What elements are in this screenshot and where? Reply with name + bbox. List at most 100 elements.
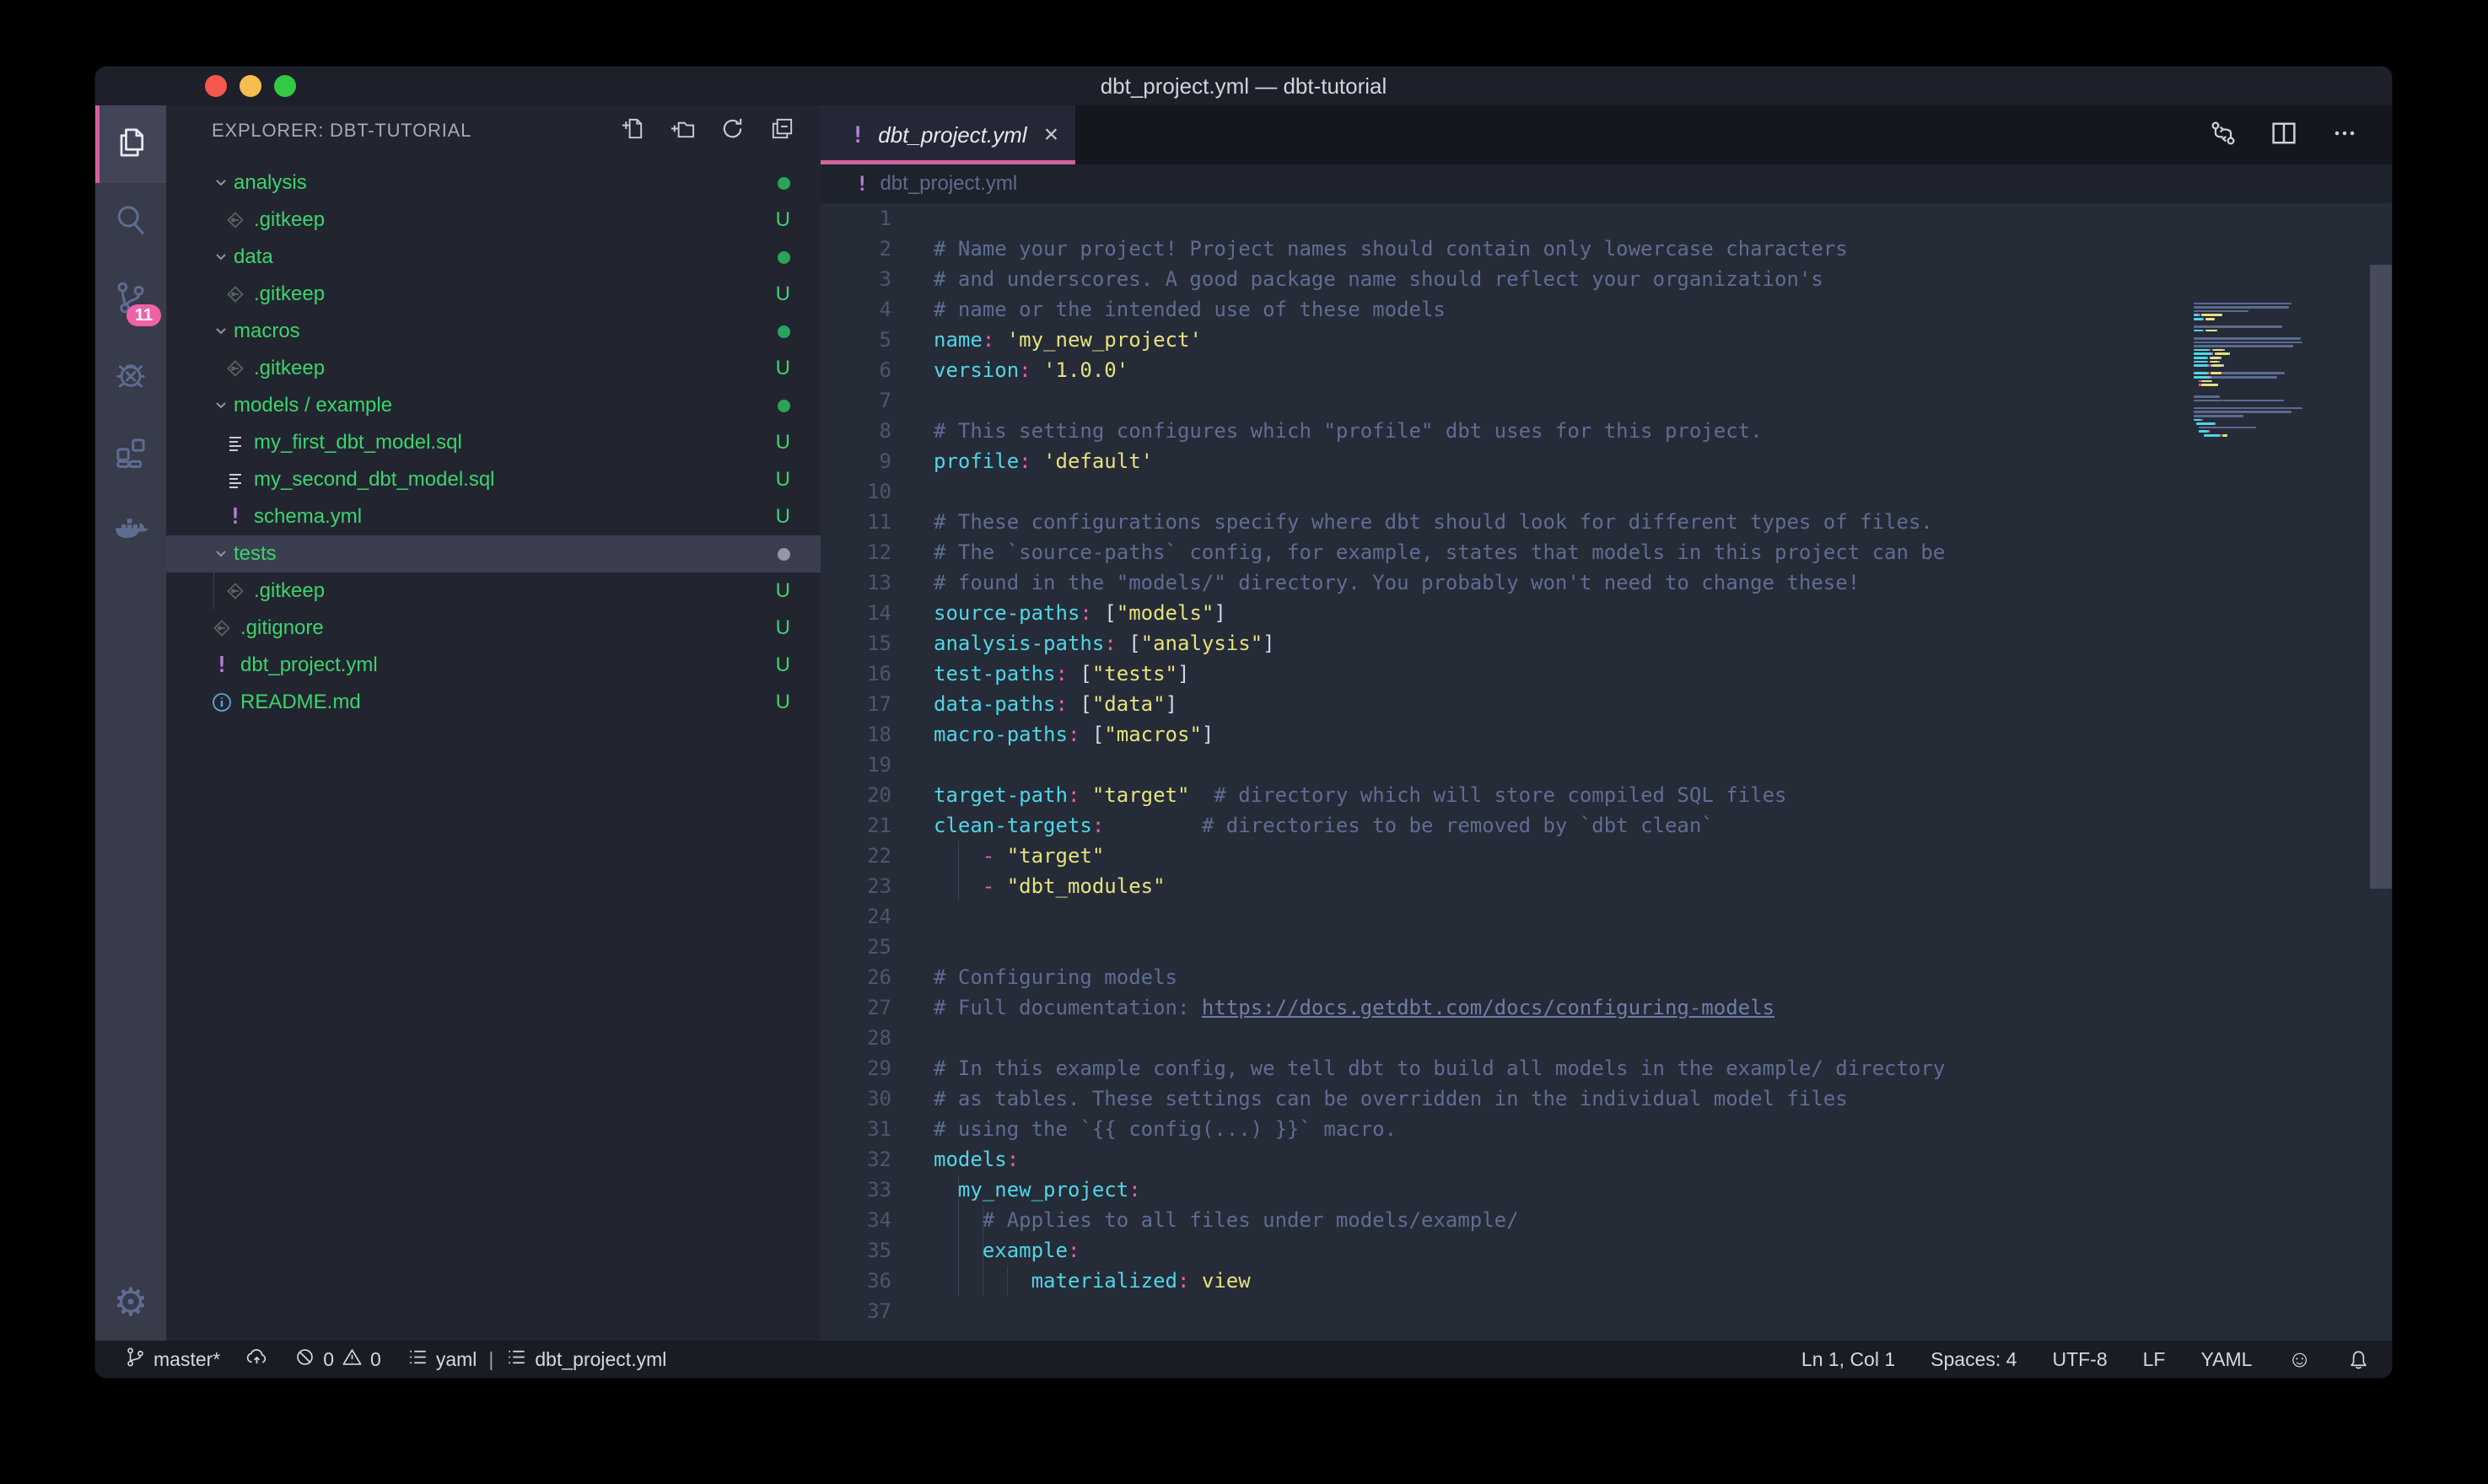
activity-source-control[interactable]: 11: [95, 261, 166, 338]
code-line-32[interactable]: 32models:: [821, 1144, 2392, 1175]
error-count: 0: [323, 1348, 334, 1371]
mode-label: yaml: [436, 1348, 477, 1371]
cursor-position[interactable]: Ln 1, Col 1: [1801, 1348, 1895, 1371]
code-line-27[interactable]: 27# Full documentation: https://docs.get…: [821, 992, 2392, 1023]
close-tab-icon[interactable]: ×: [1044, 121, 1059, 149]
code-line-30[interactable]: 30# as tables. These settings can be ove…: [821, 1083, 2392, 1114]
code-line-4[interactable]: 4# name or the intended use of these mod…: [821, 294, 2392, 325]
code-line-29[interactable]: 29# In this example config, we tell dbt …: [821, 1053, 2392, 1083]
code-line-10[interactable]: 10: [821, 476, 2392, 507]
code-line-26[interactable]: 26# Configuring models: [821, 962, 2392, 992]
code-line-11[interactable]: 11# These configurations specify where d…: [821, 507, 2392, 537]
code-line-5[interactable]: 5name: 'my_new_project': [821, 325, 2392, 355]
code-editor[interactable]: 12# Name your project! Project names sho…: [821, 203, 2392, 1341]
code-line-16[interactable]: 16test-paths: ["tests"]: [821, 659, 2392, 689]
code-line-35[interactable]: 35 example:: [821, 1235, 2392, 1266]
feedback-smiley-icon[interactable]: ☺: [2287, 1347, 2312, 1371]
code-line-33[interactable]: 33 my_new_project:: [821, 1175, 2392, 1205]
notifications-bell-icon[interactable]: [2347, 1348, 2370, 1371]
code-line-28[interactable]: 28: [821, 1023, 2392, 1053]
sync-changes-item[interactable]: [245, 1346, 268, 1374]
code-line-12[interactable]: 12# The `source-paths` config, for examp…: [821, 537, 2392, 567]
code-line-13[interactable]: 13# found in the "models/" directory. Yo…: [821, 567, 2392, 598]
git-branch-item[interactable]: master*: [124, 1346, 220, 1374]
code-line-19[interactable]: 19: [821, 750, 2392, 780]
code-line-37[interactable]: 37: [821, 1296, 2392, 1326]
close-window-button[interactable]: [205, 75, 227, 97]
code-line-1[interactable]: 1: [821, 203, 2392, 234]
new-file-icon[interactable]: [620, 116, 646, 147]
activity-debug[interactable]: [95, 338, 166, 416]
activity-docker[interactable]: [95, 493, 166, 571]
code-line-34[interactable]: 34 # Applies to all files under models/e…: [821, 1205, 2392, 1235]
tree-item-macros[interactable]: macros: [166, 313, 821, 350]
code-line-2[interactable]: 2# Name your project! Project names shou…: [821, 234, 2392, 264]
tree-item-models-example[interactable]: models / example: [166, 387, 821, 424]
minimap[interactable]: [2190, 298, 2369, 450]
collapse-folders-icon[interactable]: [769, 116, 795, 147]
activity-search[interactable]: [95, 183, 166, 261]
code-line-15[interactable]: 15analysis-paths: ["analysis"]: [821, 628, 2392, 659]
tree-item--gitkeep[interactable]: .gitkeepU: [166, 202, 821, 239]
activity-explorer[interactable]: [95, 105, 166, 183]
tree-item--gitkeep[interactable]: .gitkeepU: [166, 573, 821, 610]
code-line-20[interactable]: 20target-path: "target" # directory whic…: [821, 780, 2392, 810]
activity-settings[interactable]: ⚙: [95, 1263, 166, 1341]
code-line-17[interactable]: 17data-paths: ["data"]: [821, 689, 2392, 719]
code-line-14[interactable]: 14source-paths: ["models"]: [821, 598, 2392, 628]
tree-item-label: dbt_project.yml: [240, 653, 378, 677]
code-line-22[interactable]: 22 - "target": [821, 841, 2392, 871]
zoom-window-button[interactable]: [274, 75, 296, 97]
split-editor-icon[interactable]: [2269, 118, 2299, 153]
problems-item[interactable]: 0 0: [293, 1346, 381, 1374]
breadcrumb-file[interactable]: dbt_project.yml: [880, 172, 1017, 196]
code-line-7[interactable]: 7: [821, 385, 2392, 416]
tree-item--gitkeep[interactable]: .gitkeepU: [166, 350, 821, 387]
code-line-21[interactable]: 21clean-targets: # directories to be rem…: [821, 810, 2392, 841]
status-bar: master* 0 0 yaml | dbt_project.yml Ln 1,…: [95, 1341, 2392, 1378]
line-text: test-paths: ["tests"]: [934, 659, 1189, 689]
minimap-line: [2211, 357, 2220, 359]
tree-item-my-second-dbt-model-sql[interactable]: my_second_dbt_model.sqlU: [166, 461, 821, 498]
code-line-6[interactable]: 6version: '1.0.0': [821, 355, 2392, 385]
code-line-23[interactable]: 23 - "dbt_modules": [821, 871, 2392, 901]
warnings-icon: [341, 1346, 364, 1374]
code-line-3[interactable]: 3# and underscores. A good package name …: [821, 264, 2392, 294]
tree-item-analysis[interactable]: analysis: [166, 164, 821, 202]
tree-item--gitkeep[interactable]: .gitkeepU: [166, 276, 821, 313]
eol-sequence[interactable]: LF: [2143, 1348, 2166, 1371]
git-file-icon: [222, 580, 249, 602]
tab-dbt-project-yml[interactable]: ! dbt_project.yml ×: [821, 105, 1075, 164]
open-changes-icon[interactable]: [2208, 118, 2238, 153]
tree-item-data[interactable]: data: [166, 239, 821, 276]
yaml-mode-item[interactable]: yaml: [407, 1346, 477, 1374]
code-line-36[interactable]: 36 materialized: view: [821, 1266, 2392, 1296]
minimize-window-button[interactable]: [240, 75, 261, 97]
tree-item-schema-yml[interactable]: !schema.ymlU: [166, 498, 821, 535]
tree-item-readme-md[interactable]: README.mdU: [166, 684, 821, 721]
indentation[interactable]: Spaces: 4: [1931, 1348, 2017, 1371]
active-file-item[interactable]: dbt_project.yml: [505, 1346, 666, 1374]
language-mode[interactable]: YAML: [2200, 1348, 2252, 1371]
editor-scrollbar-thumb[interactable]: [2370, 265, 2392, 889]
code-line-9[interactable]: 9profile: 'default': [821, 446, 2392, 476]
tree-item-my-first-dbt-model-sql[interactable]: my_first_dbt_model.sqlU: [166, 424, 821, 461]
code-line-31[interactable]: 31# using the `{{ config(...) }}` macro.: [821, 1114, 2392, 1144]
new-folder-icon[interactable]: [670, 116, 696, 147]
code-line-18[interactable]: 18macro-paths: ["macros"]: [821, 719, 2392, 750]
minimap-line: [2216, 352, 2229, 355]
breadcrumb[interactable]: ! dbt_project.yml: [821, 164, 2392, 203]
code-line-25[interactable]: 25: [821, 932, 2392, 962]
tree-item-dbt-project-yml[interactable]: !dbt_project.ymlU: [166, 647, 821, 684]
code-line-8[interactable]: 8# This setting configures which "profil…: [821, 416, 2392, 446]
line-number: 2: [821, 234, 891, 264]
tree-item--gitignore[interactable]: .gitignoreU: [166, 610, 821, 647]
encoding[interactable]: UTF-8: [2052, 1348, 2107, 1371]
refresh-icon[interactable]: [719, 116, 746, 147]
tree-item-tests[interactable]: tests: [166, 535, 821, 573]
line-number: 21: [821, 810, 891, 841]
activity-extensions[interactable]: [95, 416, 166, 493]
file-tree: analysis.gitkeepUdata.gitkeepUmacros.git…: [166, 164, 821, 721]
code-line-24[interactable]: 24: [821, 901, 2392, 932]
more-actions-icon[interactable]: [2329, 118, 2360, 153]
